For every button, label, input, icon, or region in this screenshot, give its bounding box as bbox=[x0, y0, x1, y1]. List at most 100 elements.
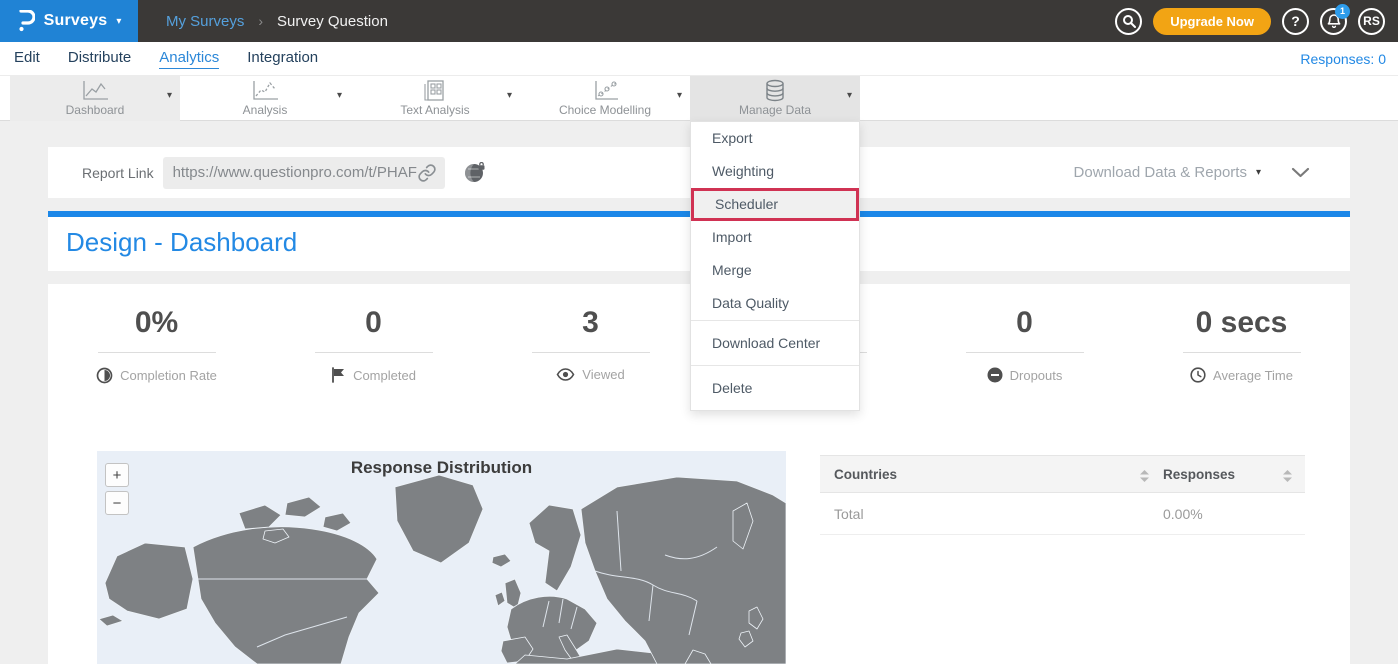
report-url-value: https://www.questionpro.com/t/PHAF bbox=[173, 164, 417, 181]
section-nav: Edit Distribute Analytics Integration Re… bbox=[0, 42, 1398, 76]
tab-label: Manage Data bbox=[690, 103, 860, 117]
minus-circle-icon bbox=[987, 367, 1003, 383]
link-icon[interactable] bbox=[417, 163, 437, 183]
scheduler-highlight-box: Scheduler bbox=[691, 188, 859, 221]
responses-count: Responses: 0 bbox=[1300, 51, 1386, 67]
table-header: Countries Responses bbox=[820, 455, 1305, 493]
search-button[interactable] bbox=[1115, 8, 1142, 35]
stat-value: 0 secs bbox=[1133, 306, 1350, 344]
tab-manage-data[interactable]: Manage Data ▾ bbox=[690, 76, 860, 121]
world-map-image bbox=[97, 451, 786, 664]
tab-label: Text Analysis bbox=[350, 103, 520, 117]
eye-icon bbox=[556, 368, 575, 381]
manage-data-menu: Export Weighting Scheduler Import Merge … bbox=[690, 121, 860, 411]
stat-label: Completion Rate bbox=[120, 368, 217, 383]
stat-viewed: 3 Viewed bbox=[482, 306, 699, 384]
breadcrumb: My Surveys › Survey Question bbox=[166, 13, 388, 30]
menu-item-delete[interactable]: Delete bbox=[691, 366, 859, 410]
chevron-down-icon[interactable]: ▾ bbox=[677, 90, 682, 101]
database-icon bbox=[690, 79, 860, 103]
flag-icon bbox=[331, 367, 346, 383]
download-data-label: Download Data & Reports bbox=[1074, 164, 1247, 181]
notification-badge: 1 bbox=[1335, 4, 1350, 19]
map-title: Response Distribution bbox=[97, 458, 786, 478]
stat-value: 0% bbox=[48, 306, 265, 344]
column-header-responses[interactable]: Responses bbox=[1163, 467, 1235, 482]
nav-item-distribute[interactable]: Distribute bbox=[68, 49, 131, 68]
menu-item-scheduler[interactable]: Scheduler bbox=[694, 191, 856, 218]
chevron-down-icon[interactable]: ▾ bbox=[847, 90, 852, 101]
menu-item-export[interactable]: Export bbox=[691, 122, 859, 155]
secure-globe-icon[interactable] bbox=[464, 162, 487, 183]
avatar[interactable]: RS bbox=[1358, 8, 1385, 35]
chevron-down-icon[interactable]: ▾ bbox=[167, 90, 172, 101]
chevron-down-icon: ▾ bbox=[1256, 167, 1261, 178]
tab-text-analysis[interactable]: Text Analysis ▾ bbox=[350, 76, 520, 121]
stat-value: 0 bbox=[916, 306, 1133, 344]
product-switcher[interactable]: Surveys ▾ bbox=[0, 0, 138, 42]
stat-value: 3 bbox=[482, 306, 699, 344]
nav-item-analytics[interactable]: Analytics bbox=[159, 49, 219, 69]
collapse-panel-chevron-icon[interactable] bbox=[1291, 167, 1310, 178]
stat-label: Average Time bbox=[1213, 368, 1293, 383]
stat-label: Completed bbox=[353, 368, 416, 383]
stat-dropouts: 0 Dropouts bbox=[916, 306, 1133, 384]
total-value: 0.00% bbox=[1163, 506, 1203, 522]
sort-icon[interactable] bbox=[1140, 469, 1149, 487]
contrast-icon bbox=[96, 367, 113, 384]
tab-label: Dashboard bbox=[10, 103, 180, 117]
stat-completed: 0 Completed bbox=[265, 306, 482, 384]
stat-value: 0 bbox=[265, 306, 482, 344]
line-chart-icon bbox=[10, 79, 180, 102]
chevron-down-icon[interactable]: ▾ bbox=[507, 90, 512, 101]
response-distribution-map[interactable]: Response Distribution + − bbox=[97, 451, 786, 664]
zoom-in-button[interactable]: + bbox=[105, 463, 129, 487]
sort-icon[interactable] bbox=[1283, 469, 1292, 487]
analytics-toolbar: Dashboard ▾ Analysis ▾ Text Analysis ▾ C… bbox=[0, 76, 1398, 121]
stat-completion-rate: 0% Completion Rate bbox=[48, 306, 265, 384]
breadcrumb-parent[interactable]: My Surveys bbox=[166, 13, 244, 30]
menu-item-download-center[interactable]: Download Center bbox=[691, 321, 859, 365]
product-name: Surveys bbox=[44, 12, 108, 30]
countries-table: Countries Responses Total 0.00% bbox=[820, 455, 1305, 535]
zoom-out-button[interactable]: − bbox=[105, 491, 129, 515]
stat-label: Dropouts bbox=[1010, 368, 1063, 383]
notifications-button[interactable]: 1 bbox=[1320, 8, 1347, 35]
tab-label: Analysis bbox=[180, 103, 350, 117]
column-header-countries[interactable]: Countries bbox=[834, 467, 897, 482]
upgrade-now-button[interactable]: Upgrade Now bbox=[1153, 8, 1271, 35]
topbar-actions: Upgrade Now ? 1 RS bbox=[1115, 8, 1398, 35]
clock-icon bbox=[1190, 367, 1206, 383]
document-grid-icon bbox=[350, 79, 520, 102]
top-bar: Surveys ▾ My Surveys › Survey Question U… bbox=[0, 0, 1398, 42]
table-row: Total 0.00% bbox=[820, 493, 1305, 535]
download-data-dropdown[interactable]: Download Data & Reports ▾ bbox=[1074, 164, 1261, 181]
menu-item-merge[interactable]: Merge bbox=[691, 254, 859, 287]
breadcrumb-separator-icon: › bbox=[258, 13, 263, 29]
avatar-initials: RS bbox=[1363, 14, 1380, 28]
question-mark-icon: ? bbox=[1291, 13, 1300, 29]
tab-dashboard[interactable]: Dashboard ▾ bbox=[10, 76, 180, 121]
tab-analysis[interactable]: Analysis ▾ bbox=[180, 76, 350, 121]
help-button[interactable]: ? bbox=[1282, 8, 1309, 35]
breadcrumb-current: Survey Question bbox=[277, 13, 388, 30]
menu-item-import[interactable]: Import bbox=[691, 221, 859, 254]
menu-item-weighting[interactable]: Weighting bbox=[691, 155, 859, 188]
scatter-chart-icon bbox=[520, 79, 690, 102]
search-icon bbox=[1122, 14, 1136, 28]
stat-label: Viewed bbox=[582, 367, 624, 382]
nav-item-integration[interactable]: Integration bbox=[247, 49, 318, 68]
chevron-down-icon[interactable]: ▾ bbox=[337, 90, 342, 101]
chevron-down-icon: ▾ bbox=[116, 16, 121, 27]
map-zoom-controls: + − bbox=[105, 463, 129, 515]
analysis-chart-icon bbox=[180, 79, 350, 102]
menu-item-data-quality[interactable]: Data Quality bbox=[691, 287, 859, 320]
tab-choice-modelling[interactable]: Choice Modelling ▾ bbox=[520, 76, 690, 121]
report-url-field[interactable]: https://www.questionpro.com/t/PHAF bbox=[163, 157, 445, 189]
total-label: Total bbox=[834, 506, 864, 522]
questionpro-logo-icon bbox=[17, 10, 35, 32]
nav-item-edit[interactable]: Edit bbox=[14, 49, 40, 68]
stat-average-time: 0 secs Average Time bbox=[1133, 306, 1350, 384]
tab-label: Choice Modelling bbox=[520, 103, 690, 117]
report-link-label: Report Link bbox=[82, 165, 154, 181]
